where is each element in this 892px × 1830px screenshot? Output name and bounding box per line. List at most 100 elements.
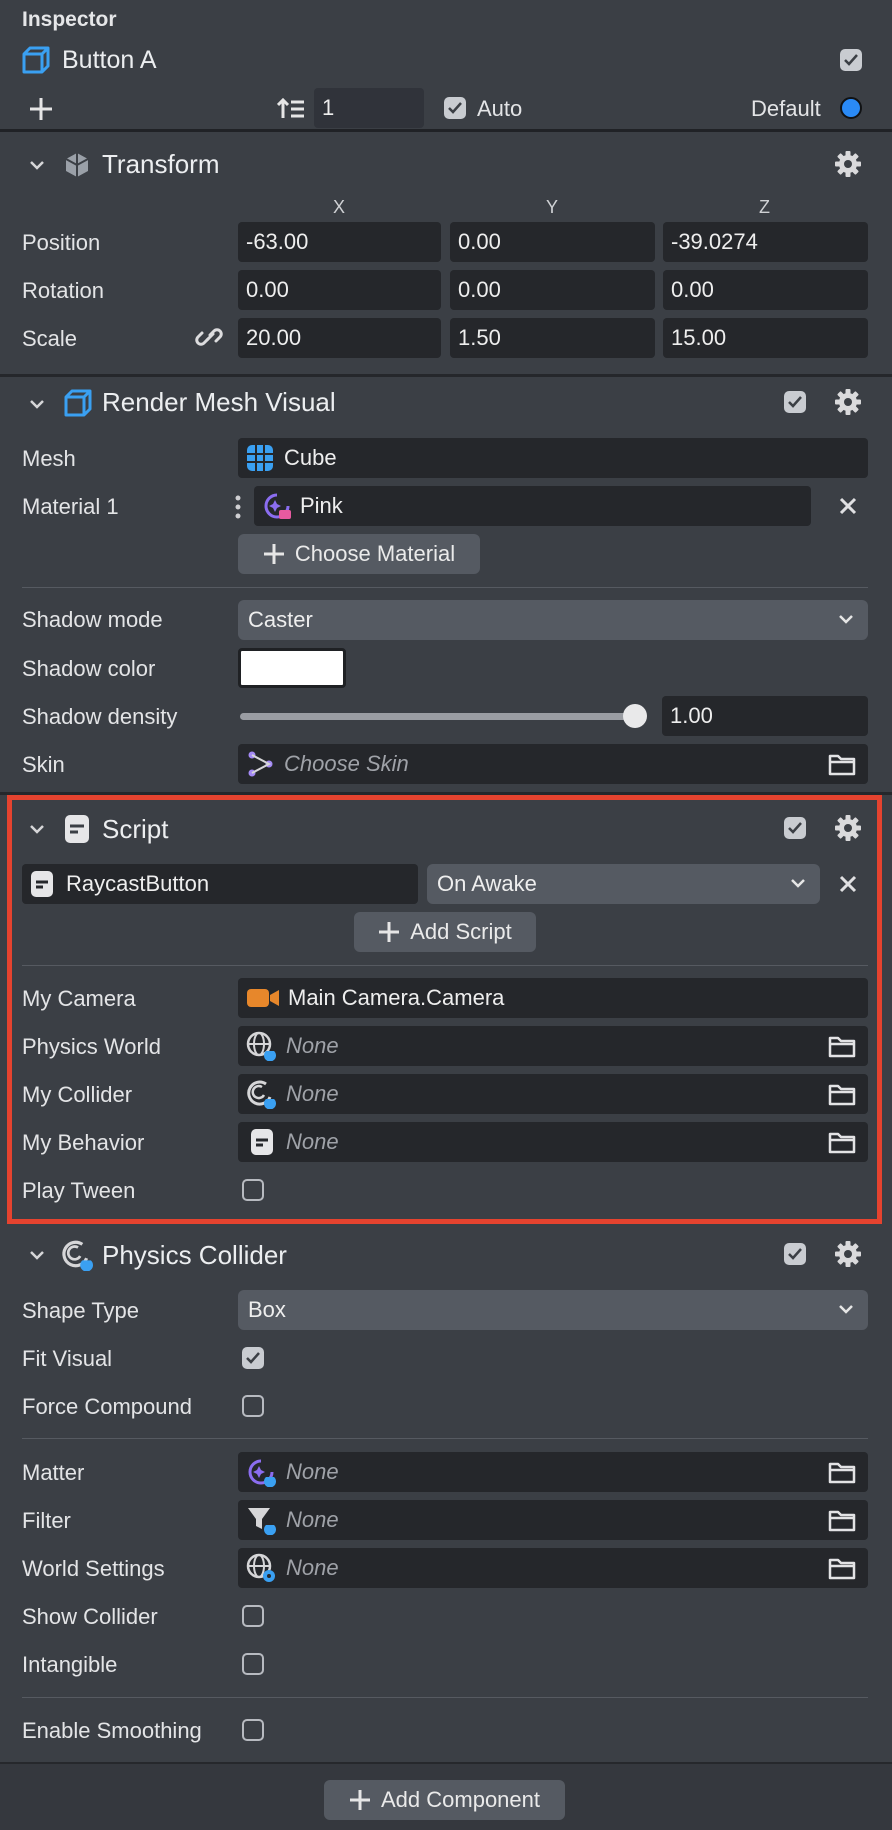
divider [22,587,868,588]
position-y-input[interactable]: 0.00 [450,222,655,262]
script-event-dropdown[interactable]: On Awake [427,864,820,904]
render-mesh-gear-icon[interactable] [833,387,863,417]
script-gear-icon[interactable] [833,813,863,843]
filter-label: Filter [22,1508,71,1533]
filter-funnel-icon [246,1505,276,1535]
default-label[interactable]: Default [751,96,821,122]
collapse-chevron-icon[interactable] [28,395,46,413]
shadow-color-label: Shadow color [22,656,156,681]
physics-collider-icon [61,1239,93,1271]
collapse-chevron-icon[interactable] [28,820,46,838]
render-mesh-title: Render Mesh Visual [102,387,336,417]
transform-icon [62,150,92,180]
material-field[interactable]: Pink [254,486,811,526]
force-compound-label: Force Compound [22,1394,192,1419]
collider-icon [246,1079,276,1109]
matter-icon [246,1457,276,1487]
shadow-density-label: Shadow density [22,704,178,729]
fit-visual-checkbox[interactable] [242,1347,264,1369]
physics-collider-title: Physics Collider [102,1240,287,1270]
drag-handle-icon[interactable] [234,494,242,520]
scale-z-input[interactable]: 15.00 [663,318,868,358]
physics-world-field[interactable]: None [238,1026,868,1066]
divider [22,965,868,966]
physics-world-label: Physics World [22,1034,161,1059]
position-z-input[interactable]: -39.0274 [663,222,868,262]
remove-script-icon[interactable] [839,875,857,893]
layer-order-input[interactable]: 1 [314,88,424,128]
rotation-z-input[interactable]: 0.00 [663,270,868,310]
object-enabled-checkbox[interactable] [840,49,862,71]
plus-icon [378,921,400,943]
folder-icon[interactable] [828,752,856,776]
inspector-header: Inspector Button A 1 Auto Default [0,0,892,128]
folder-icon[interactable] [828,1556,856,1580]
collapse-chevron-icon[interactable] [28,1246,46,1264]
link-icon[interactable] [195,322,225,352]
shadow-density-slider[interactable] [240,704,647,728]
collapse-chevron-icon[interactable] [28,156,46,174]
divider [0,374,892,377]
default-dot-icon[interactable] [840,97,862,119]
my-behavior-field[interactable]: None [238,1122,868,1162]
folder-icon[interactable] [828,1130,856,1154]
intangible-checkbox[interactable] [242,1653,264,1675]
chevron-down-icon [788,873,808,893]
shape-type-dropdown[interactable]: Box [238,1290,868,1330]
camera-icon [246,987,280,1009]
fit-visual-label: Fit Visual [22,1346,113,1371]
skin-bones-icon [246,750,274,778]
scale-y-input[interactable]: 1.50 [450,318,655,358]
material-icon [262,491,292,521]
folder-icon[interactable] [828,1034,856,1058]
enable-smoothing-checkbox[interactable] [242,1719,264,1741]
script-asset-field[interactable]: RaycastButton [22,864,418,904]
transform-gear-icon[interactable] [833,149,863,179]
axis-y-label: Y [546,197,559,217]
divider [22,1697,868,1698]
play-tween-checkbox[interactable] [242,1179,264,1201]
folder-icon[interactable] [828,1460,856,1484]
plus-icon[interactable] [28,96,54,122]
shadow-mode-dropdown[interactable]: Caster [238,600,868,640]
physics-collider-gear-icon[interactable] [833,1239,863,1269]
world-settings-field[interactable]: None [238,1548,868,1588]
scale-x-input[interactable]: 20.00 [238,318,441,358]
shadow-color-swatch[interactable] [238,648,346,688]
add-script-button[interactable]: Add Script [354,912,536,952]
inspector-title: Inspector [22,8,117,31]
world-settings-icon [246,1553,276,1583]
rotation-x-input[interactable]: 0.00 [238,270,441,310]
inspector-panel: Inspector Button A 1 Auto Default Transf… [0,0,892,1830]
my-camera-field[interactable]: Main Camera.Camera [238,978,868,1018]
script-title: Script [102,814,169,844]
folder-icon[interactable] [828,1082,856,1106]
axis-z-label: Z [759,197,770,217]
add-component-button[interactable]: Add Component [324,1780,565,1820]
rotation-label: Rotation [22,278,104,303]
script-enabled-checkbox[interactable] [784,817,806,839]
world-settings-label: World Settings [22,1556,165,1581]
physics-collider-enabled-checkbox[interactable] [784,1243,806,1265]
render-mesh-enabled-checkbox[interactable] [784,391,806,413]
rotation-y-input[interactable]: 0.00 [450,270,655,310]
scale-label: Scale [22,326,78,351]
filter-field[interactable]: None [238,1500,868,1540]
matter-field[interactable]: None [238,1452,868,1492]
show-collider-checkbox[interactable] [242,1605,264,1627]
mesh-label: Mesh [22,446,76,471]
layer-order-icon [277,96,305,122]
mesh-field[interactable]: Cube [238,438,868,478]
shadow-density-input[interactable]: 1.00 [662,696,868,736]
folder-icon[interactable] [828,1508,856,1532]
force-compound-checkbox[interactable] [242,1395,264,1417]
object-name[interactable]: Button A [62,46,157,75]
position-x-input[interactable]: -63.00 [238,222,441,262]
slider-thumb[interactable] [623,704,647,728]
remove-material-icon[interactable] [839,497,857,515]
skin-field[interactable]: Choose Skin [238,744,868,784]
my-collider-field[interactable]: None [238,1074,868,1114]
auto-checkbox[interactable] [444,97,466,119]
axis-x-label: X [333,197,346,217]
choose-material-button[interactable]: Choose Material [238,534,480,574]
